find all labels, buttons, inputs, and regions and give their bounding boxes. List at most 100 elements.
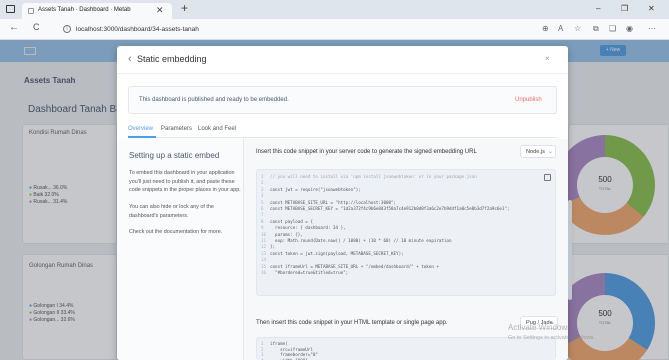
code-text: const iframeUrl = METABASE_SITE_URL + "/… [270, 263, 439, 269]
code-text: params: {}, [270, 231, 303, 237]
code-text: "#bordered=true&titled=true"; [270, 270, 349, 275]
line-number: 10 [261, 231, 267, 237]
activate-windows-title: Activate Windows [508, 323, 572, 332]
line-number: 9 [261, 225, 264, 231]
code-text: frameborder="0" [270, 352, 318, 358]
back-button[interactable]: ← [9, 22, 19, 33]
line-number: 11 [261, 238, 267, 243]
code-text: src=iframeUrl [270, 346, 313, 352]
line-number: 13 [261, 250, 267, 256]
active-tab-indicator [128, 136, 156, 138]
unpublish-button[interactable]: Unpublish [515, 97, 542, 103]
tab-overview[interactable]: Overview [128, 126, 153, 132]
server-language-select[interactable]: Node.js ⌄ [520, 145, 556, 158]
chevron-down-icon: ⌄ [548, 149, 554, 155]
code-text: const jwt = require("jsonwebtoken"); [270, 186, 361, 192]
line-number: 3 [261, 186, 264, 192]
code-line: 3 frameborder="0" [261, 352, 318, 357]
window-menu-icon[interactable] [6, 5, 15, 13]
collections-icon[interactable]: ❏ [609, 24, 616, 33]
line-number: 6 [261, 206, 264, 211]
setup-paragraph: You can also hide or lock any of the das… [129, 204, 214, 219]
tab-look-and-feel[interactable]: Look and Feel [198, 126, 236, 132]
overview-left-pane: Setting up a static embed To embed this … [117, 139, 244, 360]
client-code-label: Then insert this code snippet in your HT… [256, 320, 448, 326]
restore-button[interactable]: ❐ [621, 4, 628, 13]
modal-title: Static embedding [137, 54, 207, 64]
code-line: 6 const METABASE_SECRET_KEY = "1d2a372f4c… [261, 206, 510, 211]
line-number: 3 [261, 352, 264, 358]
code-line: 2 [261, 180, 270, 185]
notice-text: This dashboard is published and ready to… [139, 97, 289, 103]
line-number: 5 [261, 199, 264, 205]
line-number: 8 [261, 218, 264, 224]
code-line: 16 "#bordered=true&titled=true"; [261, 270, 348, 275]
profile-icon[interactable]: ◉ [626, 24, 633, 33]
documentation-link[interactable]: Check out the documentation for more. [129, 228, 241, 237]
code-line: 7 [261, 212, 270, 217]
copy-icon[interactable] [544, 174, 551, 181]
line-number: 1 [261, 174, 264, 179]
line-number: 7 [261, 212, 264, 218]
setup-paragraph: To embed this dashboard in your applicat… [129, 170, 241, 194]
browser-tab[interactable]: Assets Tanah · Dashboard · Metab ✕ [22, 3, 172, 19]
line-number: 15 [261, 263, 267, 269]
code-text: iframe( [270, 341, 288, 346]
new-tab-button[interactable]: + [181, 1, 188, 15]
browser-tab-bar: Assets Tanah · Dashboard · Metab ✕ + – ❐… [0, 0, 669, 19]
url-text: localhost:3000/dashboard/34-assets-tanah [76, 26, 199, 33]
code-line: 1 iframe( [261, 341, 288, 346]
code-text: const token = jwt.sign(payload, METABASE… [270, 250, 404, 256]
code-text: const METABASE_SECRET_KEY = "1d2a372f4c9… [270, 206, 510, 211]
code-line: 15 const iframeUrl = METABASE_SITE_URL + … [261, 264, 439, 269]
line-number: 2 [261, 180, 264, 186]
code-line: 4 [261, 193, 270, 198]
tab-parameters[interactable]: Parameters [161, 126, 192, 132]
code-line: 10 params: {}, [261, 232, 303, 237]
favorite-icon[interactable]: ☆ [574, 24, 581, 33]
code-text: const payload = { [270, 218, 313, 224]
code-text: // you will need to install via 'npm ins… [270, 174, 477, 179]
line-number: 4 [261, 193, 264, 199]
activate-windows-subtitle: Go to Settings to activate Windows. [508, 335, 595, 341]
server-code-block[interactable]: 1 // you will need to install via 'npm in… [256, 169, 556, 296]
code-line: 12}; [261, 244, 275, 249]
code-line: 8 const payload = { [261, 219, 313, 224]
site-info-icon[interactable]: i [63, 25, 71, 33]
line-number: 2 [261, 346, 264, 352]
modal-scrollbar[interactable] [568, 200, 572, 300]
code-line: 13 const token = jwt.sign(payload, METABA… [261, 251, 404, 256]
setup-title: Setting up a static embed [129, 151, 220, 160]
line-number: 12 [261, 244, 267, 250]
embed-tabs: Overview Parameters Look and Feel [128, 124, 557, 138]
tab-close-icon[interactable]: ✕ [156, 5, 164, 16]
code-text: const METABASE_SITE_URL = "http://localh… [270, 199, 397, 205]
minimize-button[interactable]: – [596, 4, 600, 13]
code-text: }; [270, 244, 276, 250]
code-line: 11 exp: Math.round(Date.now() / 1000) + … [261, 238, 452, 243]
code-text: exp: Math.round(Date.now() / 1000) + (10… [270, 238, 452, 243]
modal-header: ‹ Static embedding × [117, 46, 568, 74]
server-code-label: Insert this code snippet in your server … [256, 149, 477, 155]
code-line: 9 resource: { dashboard: 34 }, [261, 225, 346, 230]
line-number: 16 [261, 270, 267, 275]
line-number: 1 [261, 341, 264, 346]
tab-title: Assets Tanah · Dashboard · Metab [38, 7, 131, 13]
publish-notice: This dashboard is published and ready to… [128, 86, 557, 114]
static-embedding-modal: ‹ Static embedding × This dashboard is p… [117, 46, 568, 360]
code-line: 2 src=iframeUrl [261, 347, 313, 352]
close-icon[interactable]: × [545, 54, 550, 63]
code-text: resource: { dashboard: 34 }, [270, 225, 346, 231]
reload-button[interactable]: C [33, 22, 40, 32]
menu-icon[interactable]: ⋯ [648, 24, 656, 33]
code-line: 5 const METABASE_SITE_URL = "http://local… [261, 200, 396, 205]
tab-favicon-icon [28, 8, 34, 14]
zoom-icon[interactable]: ⊕ [542, 24, 549, 33]
read-aloud-icon[interactable]: A [558, 24, 563, 33]
line-number: 14 [261, 257, 267, 263]
back-chevron-icon[interactable]: ‹ [128, 53, 132, 65]
url-field[interactable]: i localhost:3000/dashboard/34-assets-tan… [58, 22, 578, 37]
close-window-button[interactable]: ✕ [648, 4, 655, 13]
split-icon[interactable]: ⧉ [593, 24, 599, 34]
address-bar-row: ← C i localhost:3000/dashboard/34-assets… [0, 19, 669, 40]
